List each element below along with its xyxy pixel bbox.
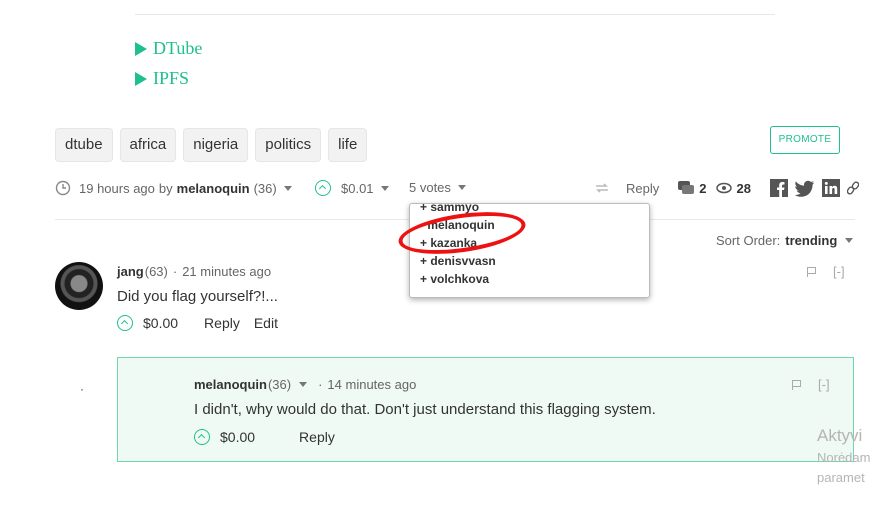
- comment-tools: [-]: [807, 264, 845, 279]
- comment-edit-button[interactable]: Edit: [254, 315, 278, 331]
- reply-comment-body: I didn't, why would do that. Don't just …: [194, 401, 656, 418]
- dot-marker: ·: [80, 382, 84, 396]
- reply-comment-time[interactable]: 14 minutes ago: [327, 377, 416, 392]
- views-eye-icon: [716, 182, 733, 194]
- tag-dtube[interactable]: dtube: [55, 128, 113, 162]
- comment-reply-button[interactable]: Reply: [204, 315, 240, 331]
- clock-icon: [55, 180, 71, 196]
- ipfs-link[interactable]: IPFS: [135, 68, 189, 89]
- sort-order-label: Sort Order:: [716, 233, 781, 248]
- votes-label: 5 votes: [409, 180, 451, 195]
- flag-icon[interactable]: [807, 266, 817, 277]
- share-icons: [770, 179, 859, 197]
- upvote-icon[interactable]: [315, 180, 331, 196]
- collapse-toggle[interactable]: [-]: [833, 264, 845, 279]
- watermark-line-1: Norėdam: [817, 450, 871, 465]
- voter-item[interactable]: + denisvvasn: [410, 252, 649, 270]
- linkedin-icon[interactable]: [822, 179, 840, 197]
- play-triangle-icon: [135, 41, 147, 56]
- reply-comment-tools: [-]: [792, 377, 830, 392]
- reply-comment-author[interactable]: melanoquin: [194, 377, 267, 392]
- post-payout[interactable]: $0.01: [341, 181, 374, 196]
- upvote-icon[interactable]: [117, 315, 133, 331]
- reply-comment-reply-button[interactable]: Reply: [299, 429, 335, 445]
- watermark-title: Aktyvi: [817, 426, 863, 445]
- dtube-link-label: DTube: [153, 38, 203, 58]
- post-by: by: [158, 180, 173, 196]
- post-author-reputation: (36): [253, 180, 277, 196]
- collapse-toggle[interactable]: [-]: [818, 377, 830, 392]
- views-count: 28: [736, 180, 751, 196]
- flag-icon[interactable]: [792, 379, 802, 390]
- post-vote-area: $0.01: [315, 180, 389, 196]
- comment-body: Did you flag yourself?!...: [117, 288, 278, 305]
- resteem-icon[interactable]: [594, 181, 610, 195]
- sort-order-value: trending: [785, 233, 838, 248]
- comment-time[interactable]: 21 minutes ago: [182, 264, 271, 279]
- ipfs-link-label: IPFS: [153, 68, 190, 88]
- reply-comment-payout[interactable]: $0.00: [220, 429, 255, 445]
- comments-count: 2: [699, 180, 707, 196]
- twitter-icon[interactable]: [795, 179, 815, 197]
- comment-payout[interactable]: $0.00: [143, 315, 178, 331]
- post-reply-button[interactable]: Reply: [626, 181, 659, 196]
- facebook-icon[interactable]: [770, 179, 788, 197]
- avatar[interactable]: [55, 262, 103, 310]
- comment-author-reputation: (63): [144, 264, 168, 279]
- dtube-link[interactable]: DTube: [135, 38, 202, 59]
- dot-separator: ·: [172, 264, 178, 279]
- reply-comment-actions: $0.00 Reply: [194, 429, 335, 445]
- tag-life[interactable]: life: [328, 128, 368, 162]
- author-menu-caret-icon[interactable]: [283, 185, 292, 191]
- comment-header: jang (63) · 21 minutes ago: [117, 264, 271, 279]
- watermark-line-2: paramet: [817, 470, 865, 485]
- upvote-icon[interactable]: [194, 429, 210, 445]
- comment-actions: $0.00 Reply Edit: [117, 315, 278, 331]
- payout-caret-icon[interactable]: [380, 185, 389, 191]
- votes-caret-icon: [457, 185, 466, 190]
- post-author[interactable]: melanoquin: [177, 181, 250, 196]
- top-divider: [135, 14, 775, 15]
- sort-order[interactable]: Sort Order: trending: [716, 233, 854, 248]
- post-time[interactable]: 19 hours ago: [79, 181, 155, 196]
- reply-author-caret-icon[interactable]: [299, 382, 308, 387]
- reply-comment-author-reputation: (36): [267, 377, 292, 392]
- play-triangle-icon: [135, 71, 147, 86]
- comments-icon[interactable]: [677, 180, 695, 196]
- promote-button[interactable]: PROMOTE: [770, 126, 840, 154]
- dot-separator: ·: [318, 377, 323, 392]
- post-meta: 19 hours ago by melanoquin (36): [55, 180, 292, 196]
- sort-caret-icon: [845, 238, 854, 243]
- tag-africa[interactable]: africa: [119, 128, 177, 162]
- votes-toggle[interactable]: 5 votes: [409, 180, 466, 195]
- link-icon[interactable]: [847, 181, 859, 195]
- tag-list: dtube africa nigeria politics life: [55, 128, 368, 162]
- comment-author[interactable]: jang: [117, 264, 144, 279]
- tag-politics[interactable]: politics: [255, 128, 322, 162]
- voter-item[interactable]: + sammyo: [410, 204, 649, 216]
- post-actions: Reply 2 28: [594, 180, 751, 196]
- reply-comment-header: melanoquin (36) · 14 minutes ago: [194, 377, 416, 392]
- tag-nigeria[interactable]: nigeria: [183, 128, 249, 162]
- voter-item[interactable]: + volchkova: [410, 270, 649, 288]
